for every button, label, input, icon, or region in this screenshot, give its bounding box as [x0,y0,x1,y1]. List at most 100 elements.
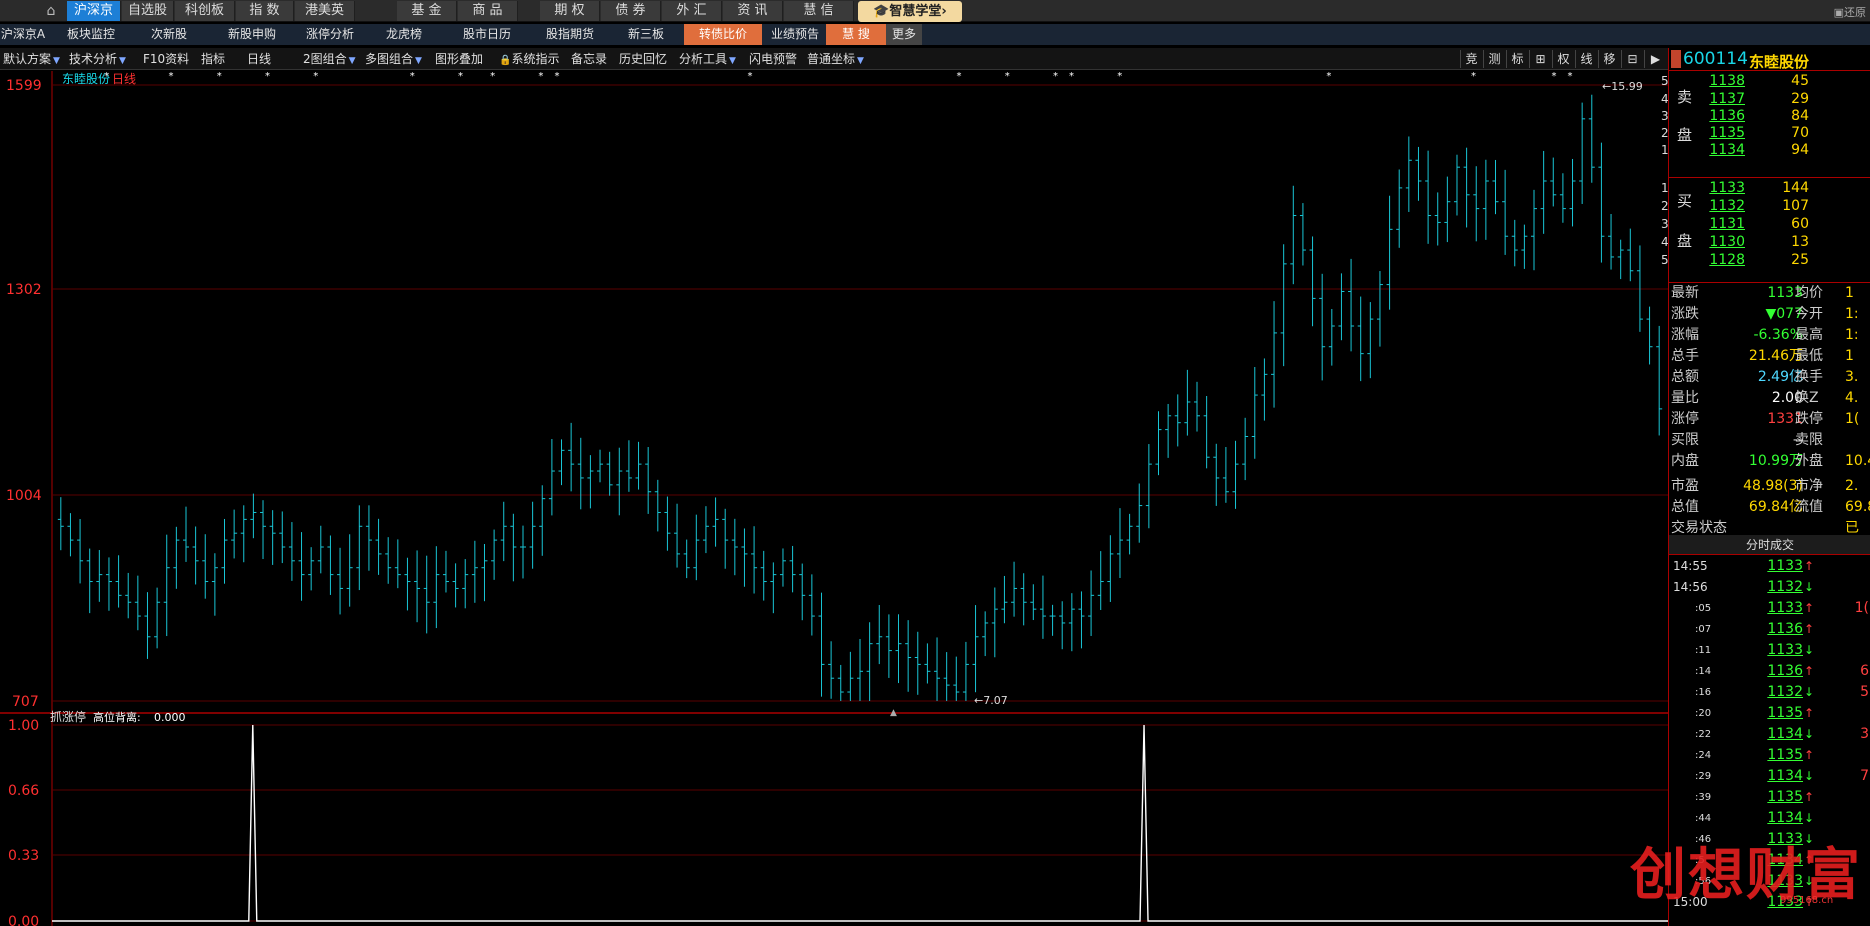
subnav-item-huisou[interactable]: 慧 搜 [826,24,886,45]
tick-price: 1135 [1767,747,1803,763]
arrow-up-icon: ↑ [1804,559,1815,573]
menu-item-watchlist[interactable]: 自选股 [122,1,174,21]
tick-row[interactable]: 14:56 1132 ↓ [1669,577,1870,598]
y-tick-label: 707 [12,694,39,710]
tool-technical-analysis[interactable]: 技术分析 ▼ [66,50,129,68]
tick-row[interactable]: 14:55 1133 ↑ [1669,556,1870,577]
chevron-right-icon: › [941,4,947,19]
stat-label-2: 流值 [1795,499,1823,515]
tool-two-chart-combo[interactable]: 2图组合 ▼ [300,50,359,68]
arrow-down-icon: ↓ [1804,769,1815,783]
stat-row: 涨跌 ▼077 今开 1: [1669,304,1870,325]
tool-analysis-tools[interactable]: 分析工具 ▼ [676,50,739,68]
signal-marker: * [1005,71,1010,82]
subnav-item-limit-up-analysis[interactable]: 涨停分析 [292,24,368,45]
top-menu-bar: ⌂ 沪深京 自选股 科创板 指 数 港美英 基 金 商 品 期 权 债 券 外 … [0,0,1870,22]
tool-memo[interactable]: 备忘录 [568,50,610,68]
tick-row[interactable]: :11 1133 ↓ [1669,640,1870,661]
stat-value: 1133 [1767,285,1803,301]
tick-time: :29 [1695,771,1712,782]
tick-row[interactable]: :39 1135 ↑ [1669,787,1870,808]
graduation-cap-icon: 🎓 [873,4,890,19]
menu-item-options[interactable]: 期 权 [540,1,600,21]
signal-marker: * [313,71,318,82]
tool-rights[interactable]: 权 [1552,50,1574,68]
tick-time: :22 [1695,729,1712,740]
subnav-item-earnings-forecast[interactable]: 业绩预告 [764,24,826,45]
subnav-item-neeq[interactable]: 新三板 [614,24,678,45]
tick-row[interactable]: :20 1135 ↑ [1669,703,1870,724]
tick-row[interactable]: :16 1132 ↓ 5 [1669,682,1870,703]
y-tick-label: 1004 [6,488,42,504]
signal-marker: * [538,71,543,82]
subnav-item-sector-monitor[interactable]: 板块监控 [56,24,126,45]
grid-icon[interactable]: ⊞ [1529,50,1551,68]
order-book-buy-row[interactable]: 5 1128 25 [1661,250,1827,271]
tool-system-indicator[interactable]: 🔒系统指示 [496,50,562,68]
menu-item-forex[interactable]: 外 汇 [662,1,722,21]
tool-move[interactable]: 移 [1598,50,1620,68]
tool-indicator[interactable]: 指标 [198,50,228,68]
indicator-y-tick-label: 0.66 [8,783,39,799]
tick-time: :11 [1695,645,1712,656]
y-tick-label: 1302 [6,282,42,298]
menu-item-commodity[interactable]: 商 品 [458,1,518,21]
tick-row[interactable]: :44 1134 ↓ [1669,808,1870,829]
kline-chart-svg[interactable]: 1599 1302 1004 707 1.00 0.66 0.33 0.00 东… [0,71,1668,926]
tick-row[interactable]: :24 1135 ↑ [1669,745,1870,766]
subnav-item-a-share[interactable]: 沪深京A [0,24,46,45]
tick-time: :07 [1695,624,1712,635]
order-price[interactable]: 1134 [1689,140,1745,161]
tool-f10[interactable]: F10资料 [140,50,192,68]
menu-item-news[interactable]: 资 讯 [723,1,783,21]
tool-multi-chart-combo[interactable]: 多图组合 ▼ [362,50,425,68]
tick-list-title: 分时成交 [1669,535,1870,555]
subnav-item-ipo-subscribe[interactable]: 新股申购 [212,24,292,45]
tool-default-scheme[interactable]: 默认方案 ▼ [0,50,63,68]
restore-button[interactable]: ▣还原 [1834,4,1866,20]
subnav-item-new-stocks[interactable]: 次新股 [136,24,202,45]
subnav-item-market-calendar[interactable]: 股市日历 [452,24,522,45]
tick-price: 1134 [1767,810,1803,826]
stat-row: 总额 2.49亿 换手 3. [1669,367,1870,388]
menu-item-huixin[interactable]: 慧 信 [784,1,854,21]
play-icon[interactable]: ▶ [1644,50,1666,68]
menu-item-fund[interactable]: 基 金 [397,1,457,21]
scroll-position-marker[interactable]: ▲ [890,708,897,718]
stat-value-2: 1 [1845,285,1854,301]
signal-marker: * [217,71,222,82]
tick-row[interactable]: :22 1134 ↓ 3 [1669,724,1870,745]
stat-label: 市盈 [1671,478,1699,494]
tick-row[interactable]: :29 1134 ↓ 7 [1669,766,1870,787]
subnav-item-dragon-tiger[interactable]: 龙虎榜 [376,24,432,45]
subnav-item-more[interactable]: 更多 [886,24,922,45]
panel-toggle-icon[interactable]: ⊟ [1621,50,1643,68]
menu-item-hushenjing[interactable]: 沪深京 [67,1,121,21]
menu-item-star-market[interactable]: 科创板 [175,1,235,21]
order-book-sell-row[interactable]: 1 1134 94 [1661,140,1827,161]
tool-overlay[interactable]: 图形叠加 [432,50,486,68]
order-price[interactable]: 1128 [1689,250,1745,271]
tool-flash-alert[interactable]: 闪电预警 [746,50,800,68]
menu-item-hk-us[interactable]: 港美英 [295,1,355,21]
tick-row[interactable]: :14 1136 ↑ 6 [1669,661,1870,682]
tool-line[interactable]: 线 [1575,50,1597,68]
stat-value: 2.00 [1771,390,1803,406]
menu-item-index[interactable]: 指 数 [236,1,294,21]
tool-period-daily[interactable]: 日线▼ [244,50,294,84]
academy-button[interactable]: 🎓智慧学堂› [858,1,962,22]
tool-normal-axis[interactable]: 普通坐标 ▼ [804,50,867,68]
tool-mark[interactable]: 标 [1506,50,1528,68]
tool-auction[interactable]: 竞 [1460,50,1482,68]
subnav-item-index-futures[interactable]: 股指期货 [532,24,608,45]
chart-area[interactable]: 1599 1302 1004 707 1.00 0.66 0.33 0.00 东… [0,71,1668,926]
menu-item-bonds[interactable]: 债 券 [601,1,661,21]
tick-row[interactable]: :05 1133 ↑ 1( [1669,598,1870,619]
tool-history-recall[interactable]: 历史回忆 [616,50,670,68]
subnav-item-cb-compare[interactable]: 转债比价 [684,24,762,45]
arrow-down-icon: ↓ [1804,580,1815,594]
home-icon[interactable]: ⌂ [38,2,64,20]
tool-measure[interactable]: 测 [1483,50,1505,68]
tick-row[interactable]: :07 1136 ↑ [1669,619,1870,640]
arrow-up-icon: ↑ [1804,790,1815,804]
